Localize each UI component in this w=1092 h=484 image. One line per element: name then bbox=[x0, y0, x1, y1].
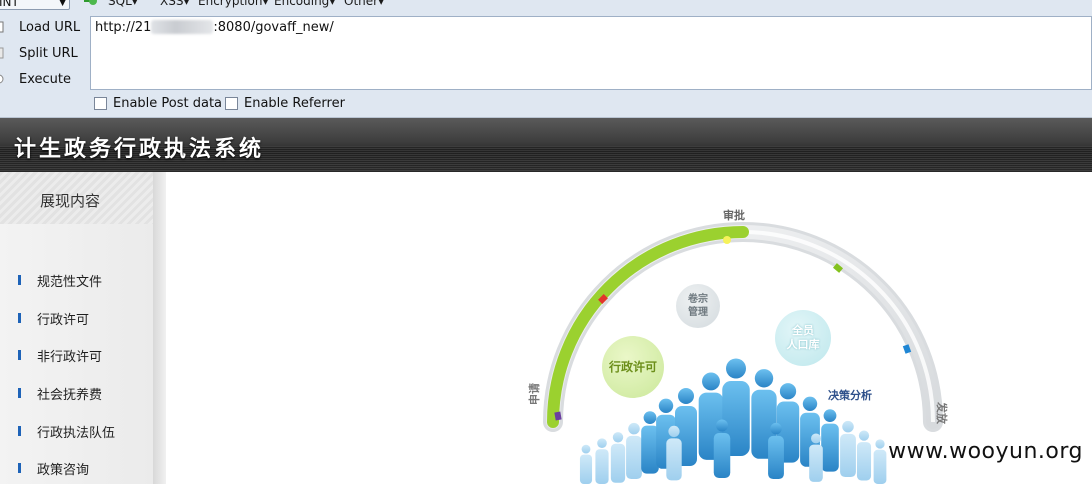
watermark: www.wooyun.org bbox=[888, 439, 1083, 464]
menu-xss[interactable]: XSS▾ bbox=[160, 0, 190, 8]
bubble-admin-permit[interactable]: 行政许可 bbox=[602, 336, 664, 398]
green-cross-icon[interactable] bbox=[84, 0, 98, 7]
sidebar-edge bbox=[153, 172, 166, 484]
site-title: 计生政务行政执法系统 bbox=[14, 137, 265, 162]
process-gauge bbox=[543, 222, 943, 484]
hackbar-toolbar: INT ▼ SQL▾ XSS▾ Encryption▾ Encoding▾ Ot… bbox=[0, 0, 1092, 118]
bubble-text: 管理 bbox=[688, 307, 708, 318]
sidebar-item-label: 行政许可 bbox=[37, 313, 90, 328]
sidebar-item-non-admin-permit[interactable]: 非行政许可 bbox=[0, 343, 150, 367]
bubble-population-database[interactable]: 全员 人口库 bbox=[775, 310, 831, 366]
chevron-down-icon: ▼ bbox=[59, 0, 66, 8]
bubble-text: 卷宗 bbox=[688, 294, 708, 305]
url-textarea[interactable]: http://21 :8080/govaff_new/ bbox=[90, 16, 1092, 90]
execute-button[interactable]: Execute bbox=[0, 69, 86, 91]
url-suffix: :8080/govaff_new/ bbox=[213, 20, 334, 35]
load-icon bbox=[0, 21, 4, 33]
enable-post-label: Enable Post data bbox=[113, 96, 223, 111]
hackbar-select-value: INT bbox=[0, 0, 19, 9]
sidebar-header: 展现内容 bbox=[0, 172, 153, 224]
sidebar-menu: 规范性文件 行政许可 非行政许可 社会抚养费 行政执法队伍 政策咨询 bbox=[0, 224, 154, 484]
person-figure bbox=[610, 432, 626, 483]
sidebar-item-policy-consult[interactable]: 政策咨询 bbox=[0, 456, 150, 480]
checkbox-box[interactable] bbox=[94, 97, 107, 110]
bubble-text: 人口库 bbox=[786, 338, 820, 351]
bullet-icon bbox=[18, 463, 21, 473]
arc-label-approve: 审批 bbox=[723, 209, 745, 222]
execute-icon bbox=[0, 74, 4, 84]
menu-sql[interactable]: SQL▾ bbox=[108, 0, 138, 8]
bullet-icon bbox=[18, 426, 21, 436]
split-url-label: Split URL bbox=[19, 46, 78, 61]
hackbar-type-select[interactable]: INT ▼ bbox=[0, 0, 70, 10]
person-figure bbox=[840, 420, 856, 478]
sidebar-item-enforcement-team[interactable]: 行政执法队伍 bbox=[0, 419, 150, 443]
menu-other[interactable]: Other▾ bbox=[344, 0, 384, 8]
dashboard: 审批 申请 发放 行政许可 卷宗管理 全员 人口库 决策分析 bbox=[166, 172, 1092, 484]
arc-label-apply: 申请 bbox=[528, 383, 541, 405]
sidebar-item-label: 政策咨询 bbox=[37, 463, 90, 478]
person-figure bbox=[873, 439, 887, 484]
marker-yellow bbox=[723, 236, 731, 244]
person-figure bbox=[579, 444, 593, 484]
load-url-label: Load URL bbox=[19, 20, 81, 35]
sidebar: 展现内容 规范性文件 行政许可 非行政许可 社会抚养费 行政执法队伍 政策咨询 bbox=[0, 172, 166, 484]
execute-label: Execute bbox=[19, 72, 71, 87]
enable-referrer-label: Enable Referrer bbox=[244, 96, 345, 111]
checkbox-box[interactable] bbox=[225, 97, 238, 110]
menu-encoding[interactable]: Encoding▾ bbox=[274, 0, 335, 8]
menu-encryption[interactable]: Encryption▾ bbox=[198, 0, 268, 8]
person-figure bbox=[821, 409, 839, 472]
bubble-archive-management[interactable]: 卷宗 管理 bbox=[676, 284, 720, 328]
bullet-icon bbox=[18, 350, 21, 360]
bullet-icon bbox=[18, 388, 21, 398]
arc-label-issue: 发放 bbox=[935, 402, 948, 424]
bullet-icon bbox=[18, 313, 21, 323]
sidebar-item-label: 规范性文件 bbox=[37, 275, 103, 290]
bubble-text: 全员 bbox=[792, 324, 814, 337]
sidebar-title: 展现内容 bbox=[39, 192, 100, 210]
bullet-icon bbox=[18, 275, 21, 285]
sidebar-item-admin-permit[interactable]: 行政许可 bbox=[0, 306, 150, 330]
sidebar-item-normative-docs[interactable]: 规范性文件 bbox=[0, 268, 150, 292]
person-figure bbox=[595, 438, 609, 484]
person-figure bbox=[856, 430, 872, 481]
decision-analysis-link[interactable]: 决策分析 bbox=[828, 387, 872, 403]
site-header: 计生政务行政执法系统 bbox=[0, 118, 1092, 172]
url-prefix: http://21 bbox=[95, 20, 152, 35]
sidebar-item-label: 行政执法队伍 bbox=[37, 426, 116, 441]
sidebar-item-label: 非行政许可 bbox=[37, 350, 103, 365]
load-url-button[interactable]: Load URL bbox=[0, 17, 86, 39]
sidebar-item-label: 社会抚养费 bbox=[37, 388, 103, 403]
split-url-button[interactable]: Split URL bbox=[0, 43, 86, 65]
person-figure bbox=[626, 422, 642, 480]
sidebar-item-social-support-fee[interactable]: 社会抚养费 bbox=[0, 381, 150, 405]
split-icon bbox=[0, 47, 4, 59]
redacted-ip-blur bbox=[151, 20, 214, 34]
